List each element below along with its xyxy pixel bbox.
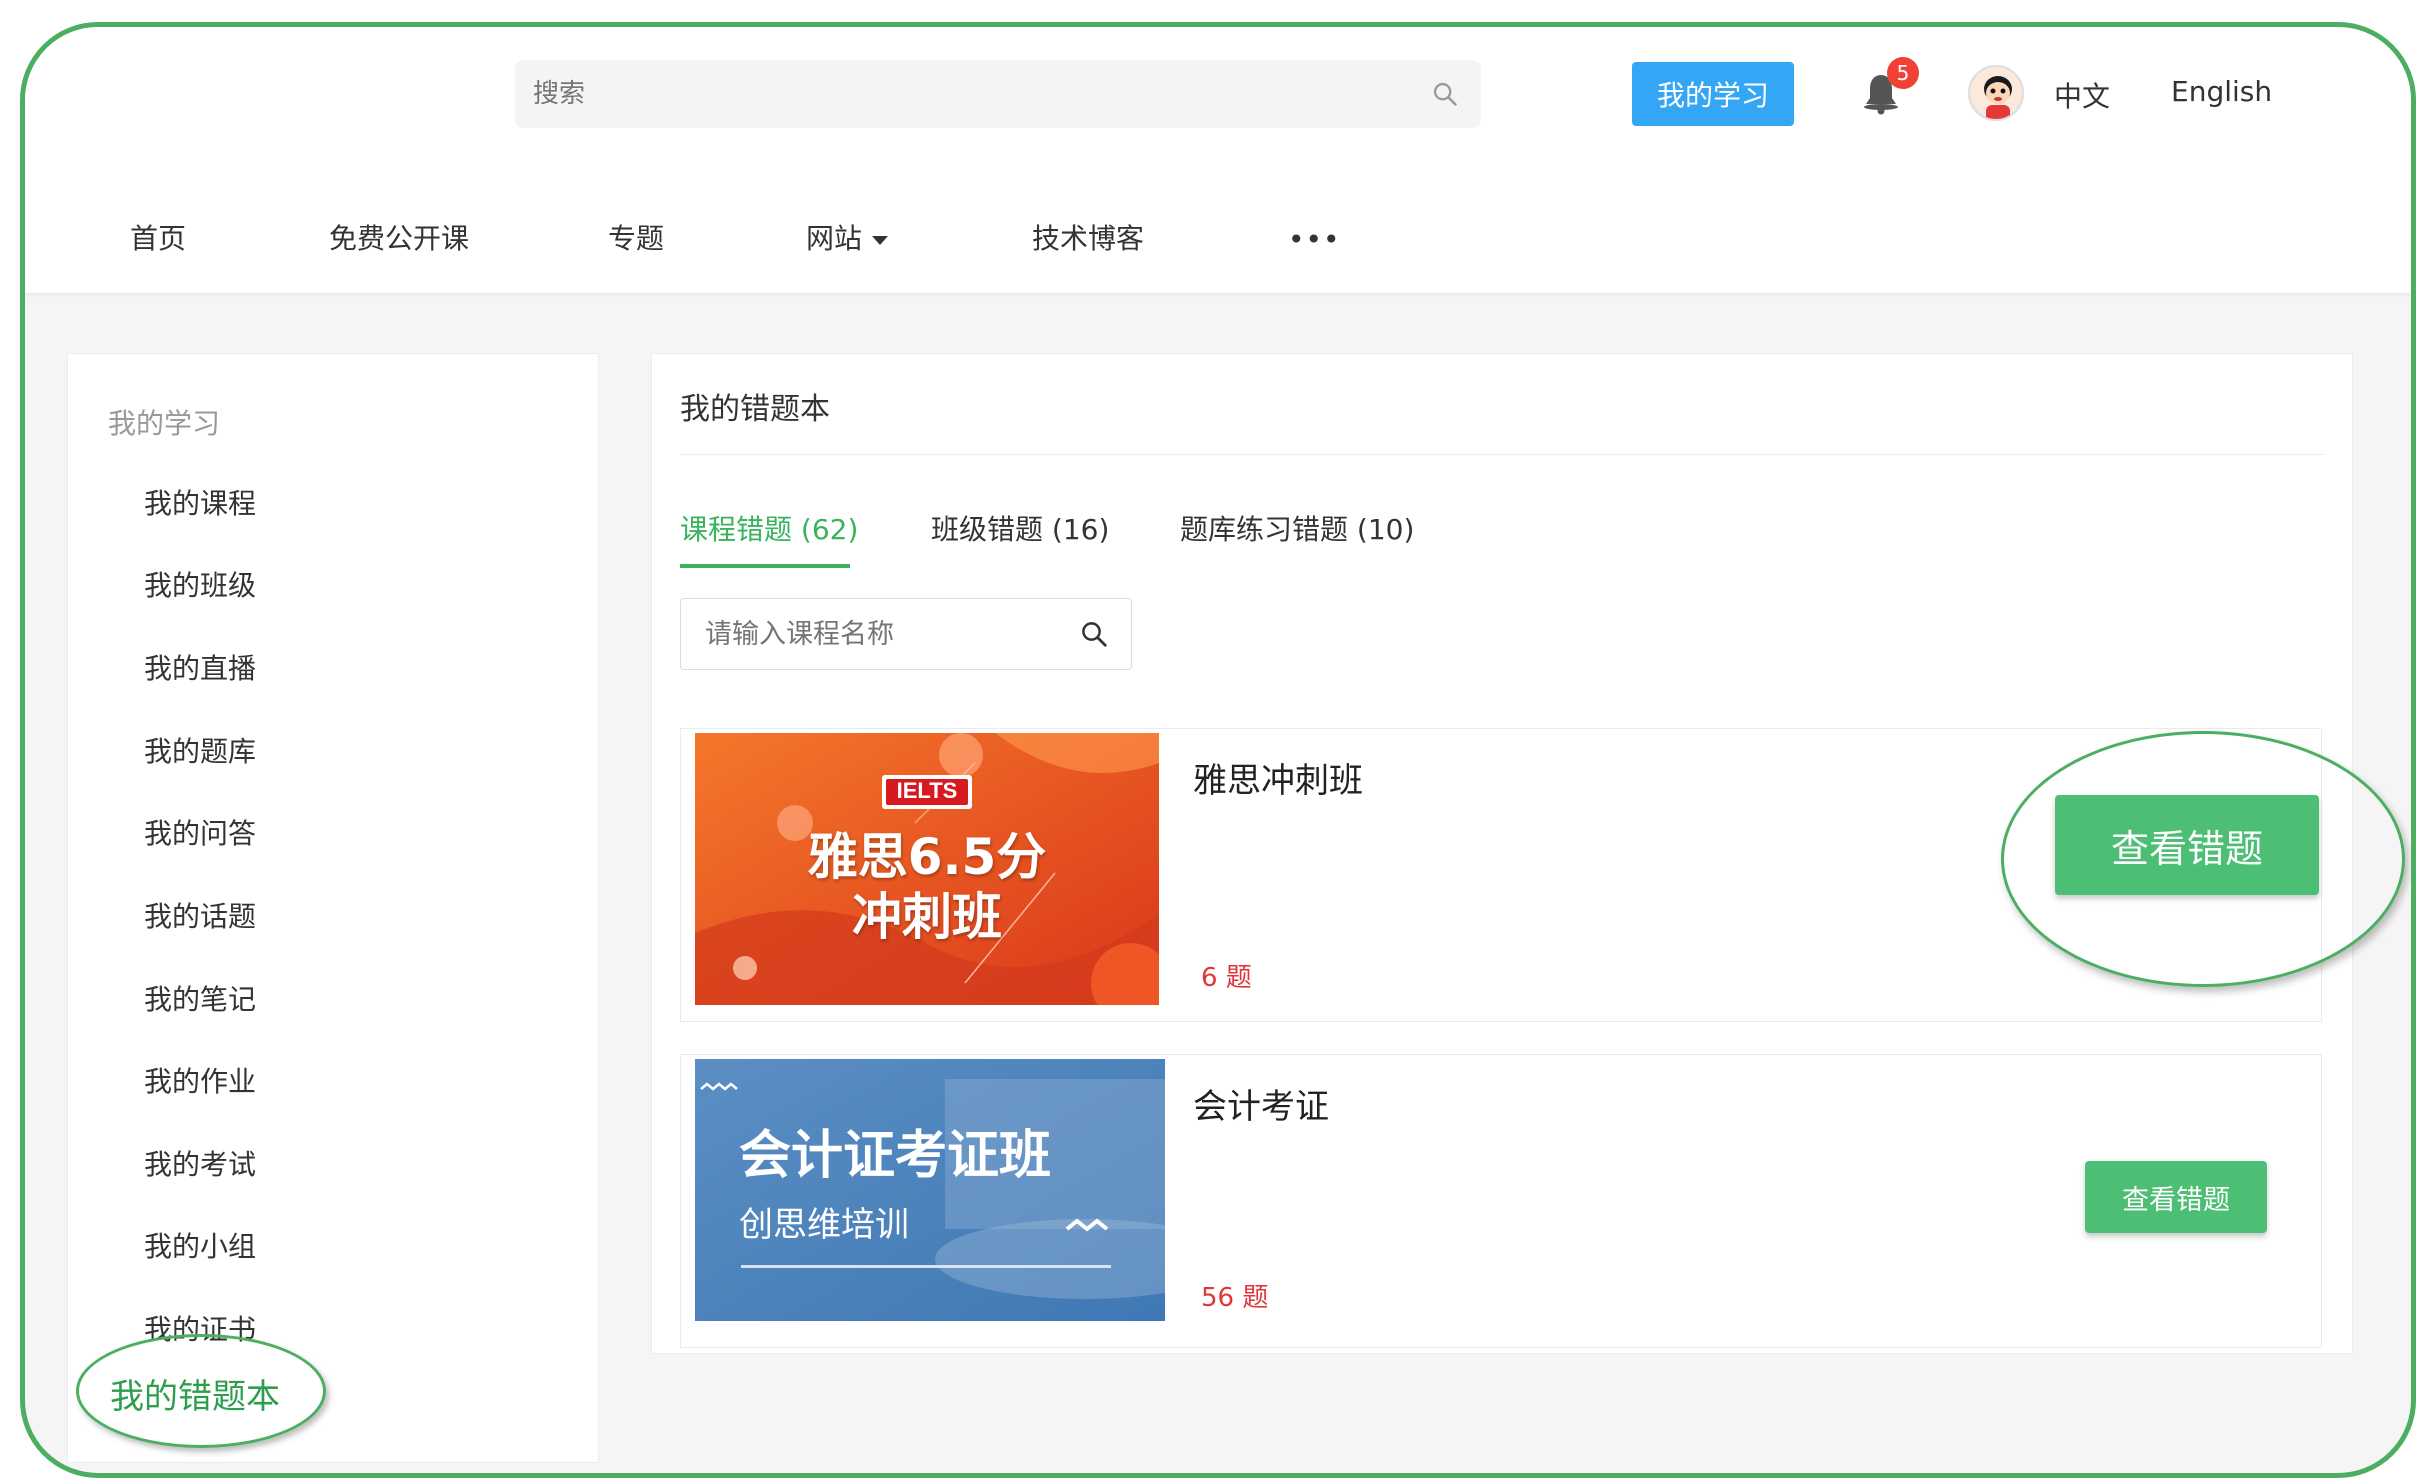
search-icon[interactable] [1431,80,1459,108]
view-mistakes-button[interactable]: 查看错题 [2085,1161,2267,1233]
nav-sites-label: 网站 [806,222,863,255]
nav-topics[interactable]: 专题 [608,217,664,257]
avatar[interactable] [1968,65,2024,121]
nav-sites[interactable]: 网站 [806,217,889,257]
caret-down-icon [872,235,889,245]
ielts-badge-text: IELTS [896,778,958,803]
mistake-count: 56 题 [1201,1283,1269,1313]
app-window: 我的学习 5 中文 English 首页 免费公开课 专题 网站 技术博客 • [20,22,2416,1478]
tab-practice-mistakes[interactable]: 题库练习错题 (10) [1180,508,1414,548]
mistake-count: 6 题 [1201,963,1252,993]
sidebar-item-topics[interactable]: 我的话题 [144,895,256,935]
course-card: 会计证考证班 创思维培训 会计考证 56 题 查看错题 [680,1054,2322,1348]
more-icon[interactable]: ••• [1288,223,1341,256]
sidebar-item-classes[interactable]: 我的班级 [144,564,256,604]
sidebar-item-question-bank[interactable]: 我的题库 [144,730,256,770]
sidebar-item-qa[interactable]: 我的问答 [144,812,256,852]
lang-en-link[interactable]: English [2171,75,2272,108]
tab-active-indicator [680,564,850,568]
page-title: 我的错题本 [680,392,830,427]
divider [680,454,2324,455]
annotation-circle-button [2001,731,2405,987]
course-search[interactable] [680,598,1132,670]
course-search-input[interactable] [681,599,1061,669]
thumbnail-line-1: 会计证考证班 [739,1126,1052,1186]
notification-badge: 5 [1887,57,1919,89]
course-thumbnail[interactable]: IELTS 雅思6.5分 冲刺班 [695,733,1159,1005]
nav-tech-blog[interactable]: 技术博客 [1032,217,1144,257]
nav-home[interactable]: 首页 [130,217,186,257]
top-header: 我的学习 5 中文 English 首页 免费公开课 专题 网站 技术博客 • [25,27,2411,293]
nav-free-courses[interactable]: 免费公开课 [329,217,469,257]
sidebar-title: 我的学习 [108,407,221,440]
accounting-thumbnail-art [695,1059,1165,1321]
my-study-button[interactable]: 我的学习 [1632,62,1794,126]
avatar-cartoon-icon [1984,76,2012,119]
course-thumbnail[interactable]: 会计证考证班 创思维培训 [695,1059,1165,1321]
sidebar-item-homework[interactable]: 我的作业 [144,1060,256,1100]
global-search[interactable] [515,60,1481,128]
course-name[interactable]: 会计考证 [1193,1079,1329,1128]
annotation-circle-sidebar [76,1334,326,1448]
sidebar-item-courses[interactable]: 我的课程 [144,482,256,522]
tab-course-mistakes[interactable]: 课程错题 (62) [680,508,858,548]
sidebar: 我的学习 我的课程 我的班级 我的直播 我的题库 我的问答 我的话题 我的笔记 … [67,353,599,1463]
sidebar-item-notes[interactable]: 我的笔记 [144,978,256,1018]
course-name[interactable]: 雅思冲刺班 [1193,753,1363,802]
sidebar-item-exams[interactable]: 我的考试 [144,1143,256,1183]
sidebar-item-groups[interactable]: 我的小组 [144,1225,256,1265]
sidebar-item-live[interactable]: 我的直播 [144,647,256,687]
thumbnail-line-2: 冲刺班 [852,888,1002,946]
search-icon[interactable] [1079,619,1109,649]
thumbnail-line-2: 创思维培训 [739,1205,909,1245]
tab-class-mistakes[interactable]: 班级错题 (16) [931,508,1109,548]
global-search-input[interactable] [515,60,1395,128]
lang-zh-link[interactable]: 中文 [2054,75,2110,115]
